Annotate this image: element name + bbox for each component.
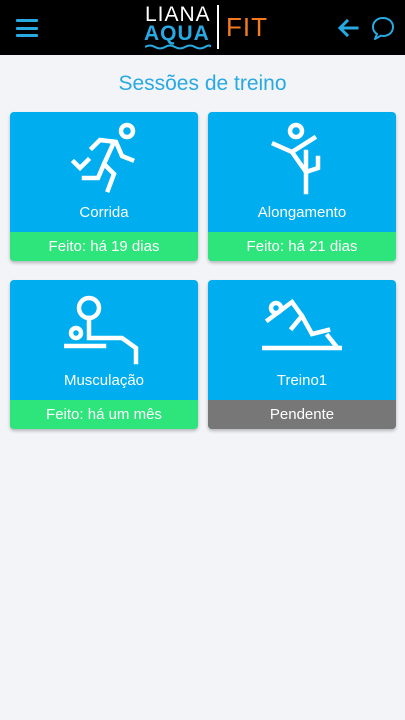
session-name: Musculação [63, 372, 145, 389]
app-logo: LIANA AQUA FIT [143, 3, 268, 51]
stretching-icon [271, 122, 321, 195]
session-name: Treino1 [276, 372, 328, 389]
situp-icon [262, 298, 342, 351]
session-card-corrida[interactable]: Corrida Feito: há 19 dias [10, 112, 198, 261]
page-title: Sessões de treino [118, 72, 287, 95]
session-name: Alongamento [257, 204, 347, 221]
logo-text-fit: FIT [226, 12, 268, 42]
session-name: Corrida [79, 204, 129, 221]
weightlifting-icon [64, 295, 139, 365]
logo-divider [217, 5, 219, 49]
chat-bubble-icon[interactable] [369, 14, 397, 42]
app-header: LIANA AQUA FIT [0, 0, 405, 55]
arrow-left-icon[interactable] [336, 16, 360, 40]
session-status-badge: Feito: há 19 dias [10, 232, 198, 261]
session-card-musculacao[interactable]: Musculação Feito: há um mês [10, 280, 198, 429]
session-card-treino1[interactable]: Treino1 Pendente [208, 280, 396, 429]
logo-text-aqua: AQUA [144, 22, 210, 45]
session-status-badge: Feito: há um mês [10, 400, 198, 429]
session-status-badge: Feito: há 21 dias [208, 232, 396, 261]
logo-waves-icon [145, 44, 211, 50]
running-icon [70, 122, 136, 193]
session-card-alongamento[interactable]: Alongamento Feito: há 21 dias [208, 112, 396, 261]
session-status-badge: Pendente [208, 400, 396, 429]
hamburger-menu-icon[interactable] [14, 16, 40, 40]
